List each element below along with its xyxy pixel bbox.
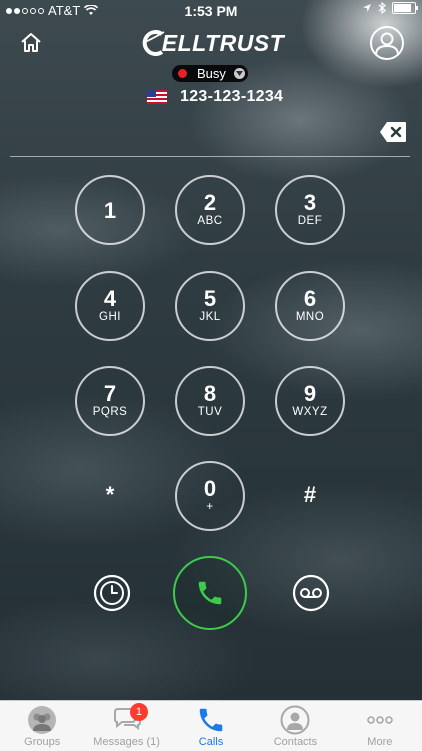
key-letters: WXYZ [292,406,328,418]
divider [10,156,410,157]
key-3[interactable]: 3 DEF [275,175,345,245]
key-6[interactable]: 6 MNO [275,271,345,341]
key-letters: DEF [297,215,323,227]
key-letters: + [206,501,214,513]
key-5[interactable]: 5 JKL [175,271,245,341]
backspace-icon [380,122,406,142]
location-icon [363,4,371,12]
backspace-button[interactable] [379,121,407,143]
phone-icon [199,708,223,732]
profile-button[interactable] [370,26,404,60]
key-7[interactable]: 7 PQRS [75,366,145,436]
key-letters: ABC [197,215,223,227]
clock-icon [93,574,131,612]
phone-icon [198,581,222,605]
caller-id-number: 123-123-1234 [180,88,284,105]
key-digit: 9 [303,381,317,406]
key-star[interactable]: * [75,460,145,530]
more-icon [367,716,393,724]
tab-bar: Groups 1 Messages (1) Calls Contacts Mor… [0,700,422,751]
key-digit: 4 [103,286,117,311]
key-letters: GHI [99,311,121,323]
key-digit: 2 [203,190,217,215]
key-digit: 0 [203,476,217,501]
call-button[interactable] [173,556,247,630]
tab-label: Contacts [273,736,318,748]
tab-more[interactable]: More [338,701,422,751]
key-0[interactable]: 0 + [175,461,245,531]
key-9[interactable]: 9 WXYZ [275,366,345,436]
tab-calls[interactable]: Calls [169,701,253,751]
key-letters: PQRS [92,406,128,418]
status-dot [178,69,187,78]
key-1[interactable]: 1 [75,175,145,245]
battery-icon [392,2,418,14]
voicemail-icon [292,574,330,612]
key-digit: 6 [303,286,317,311]
status-icons [362,2,418,14]
tab-label: Calls [198,736,224,748]
tab-contacts[interactable]: Contacts [253,701,337,751]
key-digit: 7 [103,381,117,406]
user-icon [375,32,399,56]
key-8[interactable]: 8 TUV [175,366,245,436]
presence-status-selector[interactable]: Busy [172,65,248,82]
key-digit: 3 [303,190,317,215]
tab-groups[interactable]: Groups [0,701,84,751]
call-history-button[interactable] [93,574,131,612]
key-digit: 1 [103,198,117,223]
contact-icon [280,705,310,735]
status-bar: AT&T 1:53 PM [0,0,422,22]
tab-label: Messages (1) [93,736,160,748]
home-button[interactable] [18,30,44,56]
tab-messages[interactable]: 1 Messages (1) [84,701,168,751]
key-hash[interactable]: # [275,460,345,530]
unread-badge: 1 [129,703,148,721]
tab-label: Groups [24,736,61,748]
key-digit: 8 [203,381,217,406]
logo-text: ELLTRUST [161,29,285,56]
presence-status-label: Busy [197,66,226,81]
voicemail-button[interactable] [292,574,330,612]
key-digit: 5 [203,286,217,311]
key-4[interactable]: 4 GHI [75,271,145,341]
key-letters: TUV [197,406,223,418]
clock-time: 1:53 PM [184,3,238,19]
key-letters: MNO [295,311,325,323]
home-icon [21,33,41,52]
celltrust-logo: ELLTRUST [132,28,292,58]
key-2[interactable]: 2 ABC [175,175,245,245]
us-flag-icon[interactable] [147,90,167,104]
bluetooth-icon [378,2,386,14]
tab-label: More [367,736,393,748]
groups-icon [28,706,57,734]
chevron-down-icon [233,68,245,79]
key-letters: JKL [199,311,221,323]
